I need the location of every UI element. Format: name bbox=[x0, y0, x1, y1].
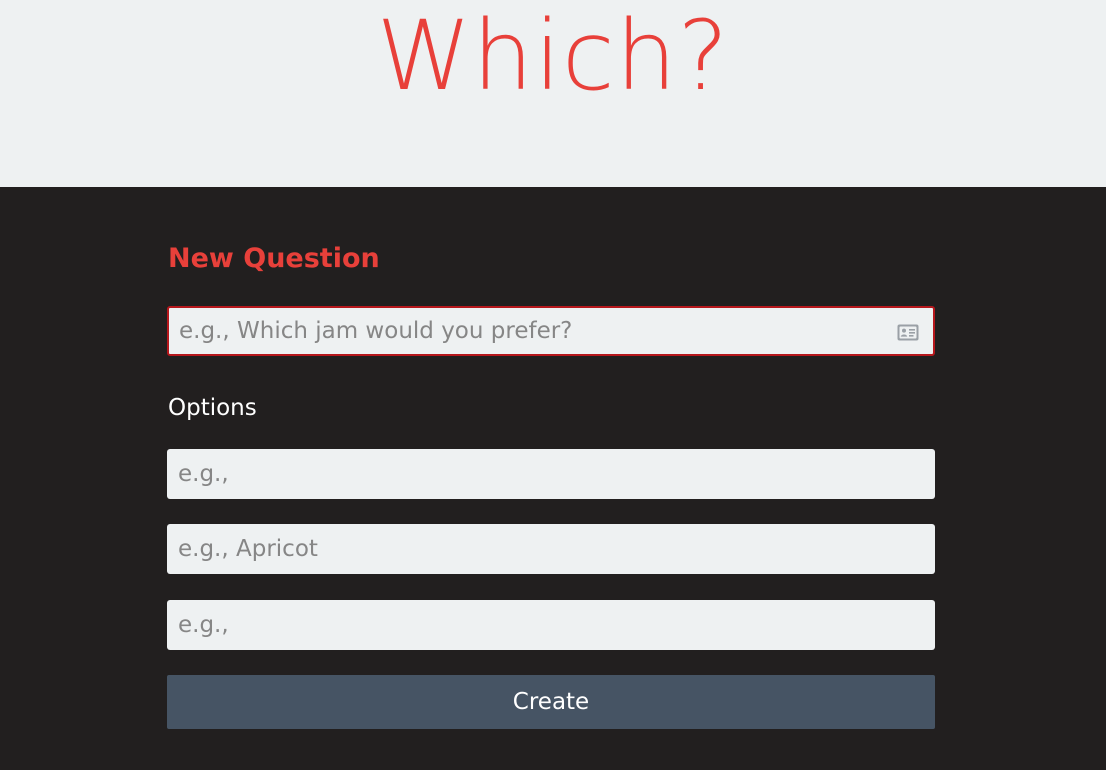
option-field-2 bbox=[167, 524, 935, 574]
form-title: New Question bbox=[168, 243, 380, 274]
main-section: New Question Options Create bbox=[0, 187, 1106, 770]
app-title: Which? bbox=[376, 0, 730, 112]
option-field-1 bbox=[167, 449, 935, 499]
create-button[interactable]: Create bbox=[167, 675, 935, 729]
question-field bbox=[167, 306, 935, 356]
question-input[interactable] bbox=[169, 308, 933, 354]
contact-card-icon[interactable] bbox=[897, 324, 919, 341]
option-input-3[interactable] bbox=[167, 600, 935, 650]
option-input-1[interactable] bbox=[167, 449, 935, 499]
option-input-2[interactable] bbox=[167, 524, 935, 574]
option-field-3 bbox=[167, 600, 935, 650]
page-header: Which? bbox=[0, 0, 1106, 187]
options-label: Options bbox=[168, 395, 257, 421]
